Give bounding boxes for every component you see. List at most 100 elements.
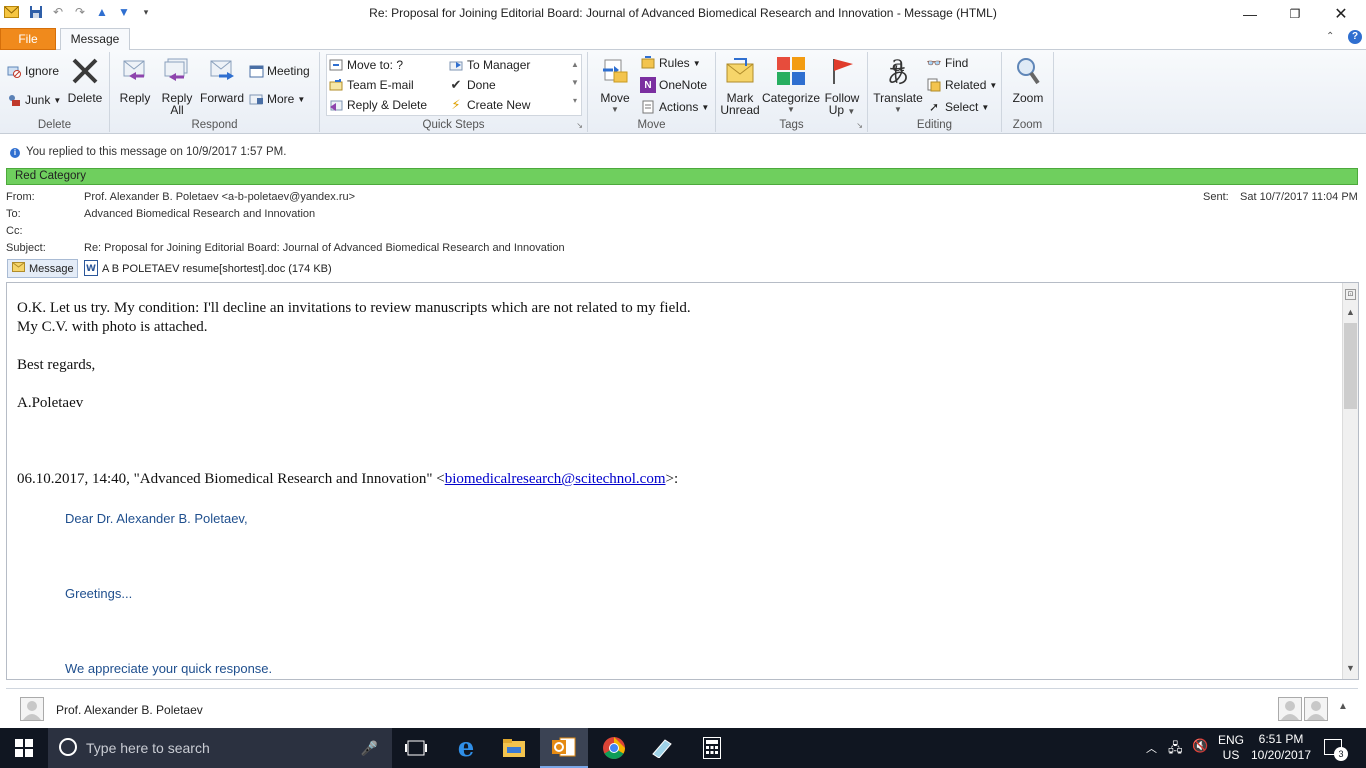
binoculars-icon: 👓 <box>926 56 942 70</box>
reply-button[interactable]: Reply <box>116 54 154 104</box>
quickstep-move-to[interactable]: Move to: ? <box>328 56 403 74</box>
chevron-down-icon: ▼ <box>692 58 701 68</box>
collapse-ribbon-icon[interactable]: ⌃ <box>1326 31 1334 42</box>
restore-button[interactable]: ❐ <box>1272 0 1318 28</box>
start-button[interactable] <box>0 728 48 768</box>
microphone-icon[interactable]: 🎤 <box>361 740 378 757</box>
tab-file[interactable]: File <box>0 28 56 50</box>
minimize-button[interactable]: — <box>1227 0 1273 28</box>
avatar[interactable] <box>1304 697 1328 721</box>
zoom-button[interactable]: Zoom <box>1008 54 1048 104</box>
quick-steps-scroll[interactable]: ▲ ▼ ▾ <box>569 56 581 114</box>
forward-button[interactable]: Forward <box>200 54 244 104</box>
from-value[interactable]: Prof. Alexander B. Poletaev <a-b-poletae… <box>84 191 355 203</box>
notes-app-icon[interactable] <box>638 728 686 768</box>
reply-all-button[interactable]: Reply All <box>158 54 196 116</box>
scroll-lock-icon[interactable]: ⊡ <box>1345 289 1356 300</box>
quickstep-team-email[interactable]: Team E-mail <box>328 76 414 94</box>
chrome-icon[interactable] <box>590 728 638 768</box>
translate-button[interactable]: aあ Translate ▼ <box>872 54 924 116</box>
category-bar: Red Category <box>6 168 1358 185</box>
quote-greeting: Dear Dr. Alexander B. Poletaev, <box>65 511 248 526</box>
find-button[interactable]: 👓 Find <box>926 54 969 72</box>
scroll-down-icon[interactable]: ▼ <box>1346 663 1355 673</box>
group-editing: aあ Translate ▼ 👓 Find Related ▼ ➚ Select… <box>868 52 1002 132</box>
reply-icon <box>118 54 152 88</box>
tab-message[interactable]: Message <box>60 28 130 51</box>
window-title: Re: Proposal for Joining Editorial Board… <box>369 6 997 20</box>
onenote-button[interactable]: N OneNote <box>640 76 707 94</box>
people-name[interactable]: Prof. Alexander B. Poletaev <box>56 703 203 717</box>
message-tab[interactable]: Message <box>7 259 78 278</box>
quickstep-create-new[interactable]: ⚡ Create New <box>448 96 530 114</box>
search-box[interactable]: Type here to search 🎤 <box>48 728 392 768</box>
email-link[interactable]: biomedicalresearch@scitechnol.com <box>445 471 666 487</box>
scroll-thumb[interactable] <box>1344 323 1357 409</box>
cursor-icon: ➚ <box>928 100 940 114</box>
language-indicator[interactable]: ENG US <box>1218 733 1244 763</box>
avatar[interactable] <box>20 697 44 721</box>
close-button[interactable]: ✕ <box>1318 0 1364 28</box>
more-respond-button[interactable]: More ▼ <box>248 90 305 108</box>
chevron-down-icon: ▼ <box>701 102 710 112</box>
mark-unread-button[interactable]: Mark Unread <box>720 54 760 116</box>
group-delete: Ignore Junk ▼ Delete Delete <box>0 52 110 132</box>
to-label: To: <box>6 208 21 220</box>
ribbon-tabs: File Message ⌃ ? <box>0 28 1366 51</box>
tray-chevron-icon[interactable]: ︿ <box>1146 740 1157 756</box>
delete-button[interactable]: Delete <box>66 54 104 104</box>
reply-delete-icon <box>328 97 344 113</box>
search-icon <box>58 737 78 760</box>
related-icon <box>926 77 942 93</box>
task-view-icon[interactable] <box>392 728 440 768</box>
search-placeholder: Type here to search <box>86 740 210 756</box>
body-line: My C.V. with photo is attached. <box>17 319 208 335</box>
subject-label: Subject: <box>6 242 46 254</box>
edge-icon[interactable]: e <box>442 728 490 768</box>
quickstep-done[interactable]: ✔ Done <box>448 76 496 94</box>
vertical-scrollbar[interactable]: ⊡ ▲ ▼ <box>1342 283 1358 679</box>
outlook-icon[interactable] <box>540 728 588 768</box>
scroll-up-icon[interactable]: ▲ <box>1346 307 1355 317</box>
group-label-move: Move <box>637 119 666 131</box>
actions-button[interactable]: Actions ▼ <box>640 98 709 116</box>
attachment-file[interactable]: W A B POLETAEV resume[shortest].doc (174… <box>84 259 332 278</box>
lightning-icon: ⚡ <box>451 97 461 112</box>
team-email-icon <box>328 77 344 93</box>
clock[interactable]: 6:51 PM 10/20/2017 <box>1250 731 1312 763</box>
quickstep-reply-delete[interactable]: Reply & Delete <box>328 96 427 114</box>
categorize-button[interactable]: Categorize ▼ <box>762 54 820 116</box>
dialog-launcher-icon[interactable]: ↘ <box>576 121 583 130</box>
ignore-button[interactable]: Ignore <box>6 62 59 80</box>
quickstep-to-manager[interactable]: To Manager <box>448 56 530 74</box>
actions-icon <box>640 99 656 115</box>
message-body[interactable]: O.K. Let us try. My condition: I'll decl… <box>6 282 1359 680</box>
avatar[interactable] <box>1278 697 1302 721</box>
group-label-respond: Respond <box>191 119 238 131</box>
rules-button[interactable]: Rules ▼ <box>640 54 701 72</box>
junk-button[interactable]: Junk ▼ <box>6 91 61 109</box>
chevron-down-icon: ▼ <box>847 107 856 116</box>
quote-appreciate: We appreciate your quick response. <box>65 661 273 676</box>
select-button[interactable]: ➚ Select ▼ <box>926 98 989 116</box>
categorize-icon <box>774 54 808 88</box>
chevron-down-icon: ▼ <box>611 105 619 114</box>
dialog-launcher-icon[interactable]: ↘ <box>856 121 863 130</box>
chevron-down-icon: ▼ <box>297 94 306 104</box>
move-button[interactable]: Move ▼ <box>596 54 634 116</box>
chevron-down-icon: ▼ <box>981 102 990 112</box>
calculator-icon[interactable] <box>688 728 736 768</box>
related-button[interactable]: Related ▼ <box>926 76 997 94</box>
follow-up-button[interactable]: Follow Up ▼ <box>822 54 862 118</box>
ignore-icon <box>6 63 22 79</box>
meeting-button[interactable]: Meeting <box>248 62 310 80</box>
help-icon[interactable]: ? <box>1348 30 1362 44</box>
network-icon[interactable]: 🖧 <box>1168 739 1183 761</box>
envelope-icon <box>12 262 25 275</box>
to-value[interactable]: Advanced Biomedical Research and Innovat… <box>84 208 315 220</box>
expand-people-pane-icon[interactable]: ▲ <box>1338 701 1348 712</box>
magnifier-icon <box>1011 54 1045 88</box>
file-explorer-icon[interactable] <box>490 728 538 768</box>
ribbon: Ignore Junk ▼ Delete Delete Reply Reply … <box>0 50 1366 134</box>
volume-muted-icon[interactable]: 🔇 <box>1192 738 1208 754</box>
